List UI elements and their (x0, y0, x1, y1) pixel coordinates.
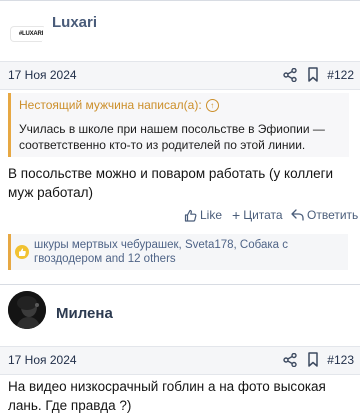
post-author-row: Милена (0, 285, 360, 340)
post-date[interactable]: 17 Ноя 2024 (8, 68, 77, 82)
post-123: Милена 17 Ноя 2024 #123 На видео низкоср… (0, 284, 360, 419)
up-arrow-icon[interactable]: ↑ (205, 99, 219, 112)
post-author-row: #LUXARI Luxari (0, 1, 360, 56)
reply-label: Ответить (307, 208, 359, 222)
avatar-logo: #LUXARI (11, 27, 44, 41)
post-meta-bar: 17 Ноя 2024 #122 (0, 61, 360, 90)
bookmark-icon[interactable] (307, 352, 319, 367)
post-date[interactable]: 17 Ноя 2024 (8, 353, 77, 367)
username[interactable]: Милена (56, 305, 113, 322)
like-button[interactable]: Like (184, 208, 222, 222)
reactions-text[interactable]: шкуры мертвых чебурашек, Sveta178, Собак… (34, 238, 346, 266)
post-122: #LUXARI Luxari 17 Ноя 2024 #122 Нестоящи… (0, 0, 360, 292)
quote-author-line[interactable]: Нестоящий мужчина написал(а): ↑ (19, 98, 219, 112)
quote-button[interactable]: + Цитата (232, 208, 283, 222)
post-meta-bar: 17 Ноя 2024 #123 (0, 346, 360, 375)
reply-icon (291, 209, 304, 221)
quote-label: Цитата (243, 208, 283, 222)
post-actions: Like + Цитата Ответить (0, 208, 360, 226)
plus-icon: + (232, 207, 241, 223)
quote-text: Училась в школе при нашем посольстве в Э… (19, 122, 325, 152)
like-label: Like (200, 208, 223, 222)
username[interactable]: Luxari (52, 14, 97, 31)
avatar[interactable] (8, 291, 46, 329)
thumbs-up-icon (15, 245, 29, 259)
reactions-bar[interactable]: шкуры мертвых чебурашек, Sveta178, Собак… (8, 234, 348, 270)
quote-author-text: Нестоящий мужчина написал(а): (19, 98, 202, 112)
post-body: На видео низкосрачный гоблин а на фото в… (8, 379, 326, 413)
avatar[interactable]: #LUXARI (8, 5, 44, 55)
post-number[interactable]: #122 (327, 68, 354, 82)
bookmark-icon[interactable] (307, 67, 319, 82)
quote-block: Нестоящий мужчина написал(а): ↑ Училась в… (8, 93, 349, 157)
post-number[interactable]: #123 (327, 353, 354, 367)
share-icon[interactable] (283, 68, 297, 82)
reply-button[interactable]: Ответить (291, 208, 358, 222)
avatar-image (8, 291, 46, 329)
share-icon[interactable] (283, 353, 297, 367)
post-body: В посольстве можно и поваром работать (у… (8, 166, 334, 200)
like-icon (184, 209, 197, 222)
